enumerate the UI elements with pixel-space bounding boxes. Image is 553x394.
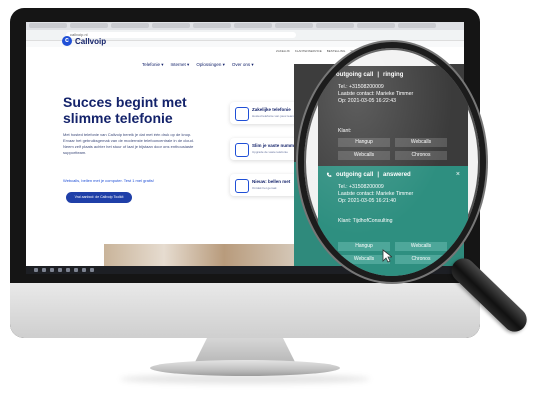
card-title: Zakelijke telefonie xyxy=(252,107,291,112)
browser-tab[interactable] xyxy=(70,23,108,28)
card-subtitle: Hosted telefonie van jouw team xyxy=(252,114,294,118)
hero-title-line-1: Succes begint met xyxy=(63,94,187,110)
logo-text: Callvoip xyxy=(75,36,107,46)
button-row: Webcalls Chronos xyxy=(338,151,447,160)
browser-tab[interactable] xyxy=(29,23,67,28)
webcalls-button[interactable]: Webcalls xyxy=(338,151,390,160)
main-nav: Telefonie ▾ Internet ▾ Oplossingen ▾ Ove… xyxy=(142,62,254,68)
webcalls-button[interactable]: Webcalls xyxy=(395,242,447,251)
top-link[interactable]: ZAKELIJK xyxy=(276,49,290,53)
monitor-chin xyxy=(10,283,480,338)
client-label: Klant: xyxy=(338,128,352,134)
last-contact: Laatste contact: Marieke Timmer xyxy=(338,191,414,197)
nav-item-internet[interactable]: Internet ▾ xyxy=(171,62,190,68)
notification-status: answered xyxy=(383,172,411,178)
card-title: Slim je vaste nummer xyxy=(252,143,299,148)
top-link[interactable]: KLANTENSERVICE xyxy=(295,49,322,53)
webcalls-button[interactable]: Webcalls xyxy=(395,138,447,147)
notification-header: outgoing call | answered xyxy=(326,172,411,178)
hero-photo-strip xyxy=(104,244,304,266)
notification-details: Tel.: +31508200009 Laatste contact: Mari… xyxy=(338,184,413,205)
nav-item-telefonie[interactable]: Telefonie ▾ xyxy=(142,62,164,68)
notification-header: outgoing call | ringing xyxy=(326,72,403,78)
taskbar-icon[interactable] xyxy=(74,268,78,272)
notification-ringing[interactable]: outgoing call | ringing × Tel.: +3150820… xyxy=(318,66,468,176)
hero-title-line-2: slimme telefonie xyxy=(63,110,173,126)
call-timestamp: Op: 2021-03-05 16:22:43 xyxy=(338,98,396,104)
client-label: Klant: TijdhofConsulting xyxy=(338,218,393,224)
taskbar-icon[interactable] xyxy=(82,268,86,272)
browser-tab[interactable] xyxy=(357,23,395,28)
monitor-stand-neck xyxy=(195,338,295,362)
mouse-cursor-icon xyxy=(382,249,392,263)
browser-tab[interactable] xyxy=(316,23,354,28)
notification-status: ringing xyxy=(383,72,404,78)
close-icon[interactable]: × xyxy=(456,171,460,178)
notification-title: outgoing call xyxy=(336,172,374,178)
last-contact: Laatste contact: Marieke Timmer xyxy=(338,91,414,97)
hangup-button[interactable]: Hangup xyxy=(338,138,390,147)
top-link[interactable]: BESTELLING xyxy=(327,49,346,53)
separator: | xyxy=(377,172,380,178)
close-icon[interactable]: × xyxy=(456,71,460,78)
hero-link[interactable]: Webcalls, bellen met je computer. Test 1… xyxy=(63,178,154,183)
chronos-button[interactable]: Chronos xyxy=(395,255,447,264)
card-subtitle: Ontdek het gemak xyxy=(252,186,277,190)
logo-icon: c xyxy=(62,36,72,46)
browser-tab[interactable] xyxy=(152,23,190,28)
hero-body: Met hosted telefonie van Callvoip bereik… xyxy=(63,132,194,155)
browser-tab[interactable] xyxy=(111,23,149,28)
taskbar-icon[interactable] xyxy=(58,268,62,272)
browser-tab[interactable] xyxy=(275,23,313,28)
browser-tab[interactable] xyxy=(193,23,231,28)
sim-icon xyxy=(235,143,249,157)
card-title: Nieuw: bellen met xyxy=(252,179,291,184)
button-row: Hangup Webcalls xyxy=(338,242,447,251)
button-row: Hangup Webcalls xyxy=(338,138,447,147)
button-row: Webcalls Chronos xyxy=(338,255,447,264)
taskbar-icon[interactable] xyxy=(34,268,38,272)
caller-phone: Tel.: +31508200009 xyxy=(338,184,384,190)
notification-answered[interactable]: outgoing call | answered × Tel.: +315082… xyxy=(318,166,468,276)
notification-details: Tel.: +31508200009 Laatste contact: Mari… xyxy=(338,84,413,105)
browser-tab[interactable] xyxy=(398,23,436,28)
toolkit-button[interactable]: Vrai aanbod: de Callvoip Toolkit xyxy=(66,192,132,203)
cloud-icon xyxy=(235,107,249,121)
separator: | xyxy=(377,72,380,78)
notification-title: outgoing call xyxy=(336,72,374,78)
browser-tab-strip[interactable] xyxy=(26,22,464,30)
browser-tab[interactable] xyxy=(234,23,272,28)
phone-icon xyxy=(326,172,332,177)
taskbar-icon[interactable] xyxy=(66,268,70,272)
chronos-button[interactable]: Chronos xyxy=(395,151,447,160)
nav-item-oplossingen[interactable]: Oplossingen ▾ xyxy=(196,62,225,68)
logo[interactable]: c Callvoip xyxy=(62,36,106,46)
caller-phone: Tel.: +31508200009 xyxy=(338,84,384,90)
magnifier-lens: outgoing call | ringing × Tel.: +3150820… xyxy=(298,42,486,282)
nav-item-over-ons[interactable]: Over ons ▾ xyxy=(232,62,254,68)
call-timestamp: Op: 2021-03-05 16:21:40 xyxy=(338,198,396,204)
hero-title: Succes begint met slimme telefonie xyxy=(63,94,243,126)
taskbar-icon[interactable] xyxy=(42,268,46,272)
laptop-icon xyxy=(235,179,249,193)
phone-icon xyxy=(326,72,332,77)
monitor-shadow xyxy=(120,374,370,384)
taskbar-icon[interactable] xyxy=(90,268,94,272)
card-subtitle: Upgrade de vaste telefonie xyxy=(252,150,288,154)
taskbar-icon[interactable] xyxy=(50,268,54,272)
